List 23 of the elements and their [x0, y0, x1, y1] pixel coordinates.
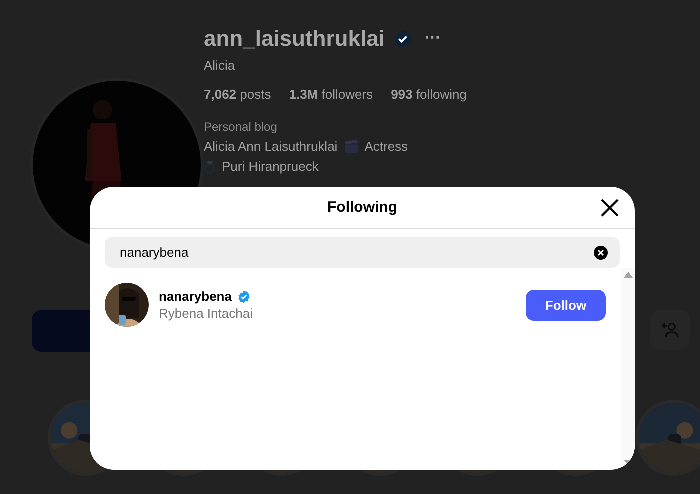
search-field[interactable]: nanarybena [105, 237, 620, 268]
user-username[interactable]: nanarybena [159, 289, 232, 304]
profile-stat[interactable]: 1.3M followers [289, 87, 374, 102]
ring-icon [204, 159, 216, 174]
close-button[interactable] [599, 197, 621, 219]
profile-category: Personal blog [204, 120, 278, 134]
more-options-button[interactable]: ··· [424, 30, 441, 48]
bio-text: Actress [364, 139, 408, 154]
profile-display-name: Alicia [204, 58, 236, 73]
profile-stat[interactable]: 993 following [391, 87, 467, 102]
bio-text: Alicia Ann Laisuthruklai [204, 139, 338, 154]
user-full-name: Rybena Intachai [159, 306, 254, 321]
close-icon [599, 197, 621, 219]
profile-stat: 7,062 posts [204, 87, 272, 102]
clapperboard-icon [344, 140, 359, 154]
dialog-title: Following [328, 199, 398, 216]
scrollbar[interactable] [621, 268, 635, 470]
clear-icon[interactable] [594, 246, 608, 260]
add-person-icon [661, 322, 679, 338]
profile-username: ann_laisuthruklai [204, 26, 385, 52]
bio-text: Puri Hiranprueck [222, 159, 319, 174]
scroll-down-icon[interactable] [624, 460, 632, 466]
follow-button[interactable]: Follow [526, 290, 606, 320]
